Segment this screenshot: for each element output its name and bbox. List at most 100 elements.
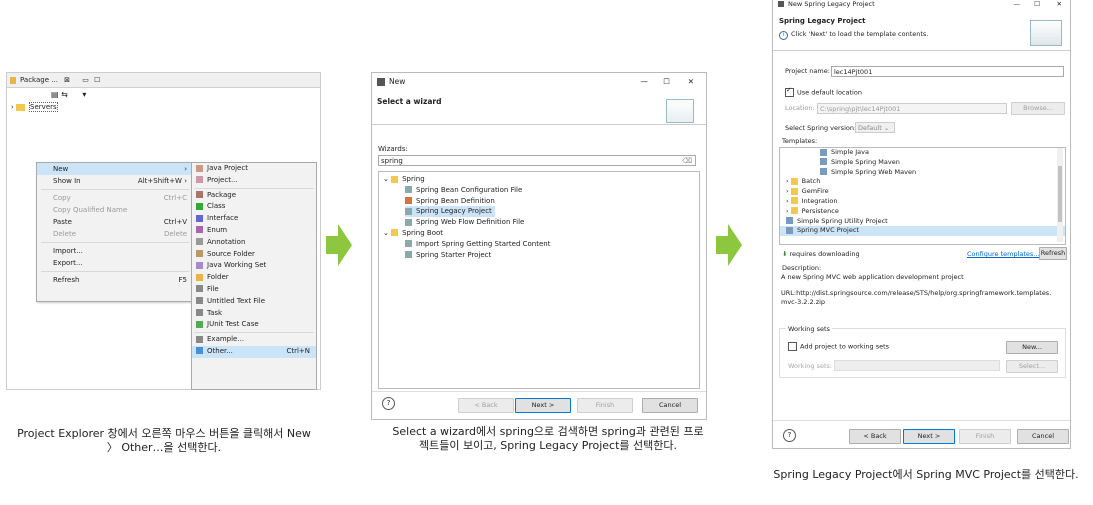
context-menu-item[interactable]: Copy Qualified Name	[37, 204, 193, 216]
context-menu-item[interactable]: Show In Alt+Shift+W ›	[37, 175, 193, 187]
context-menu-item[interactable]: Refresh F5	[37, 274, 193, 286]
refresh-button[interactable]: Refresh	[1039, 247, 1067, 260]
use-default-location[interactable]: Use default location	[785, 86, 862, 97]
context-menu-item[interactable]: Export...	[37, 257, 193, 269]
template-item[interactable]: Simple Spring Utility Project	[780, 217, 1065, 227]
expand-arrow-icon[interactable]: ⌄	[383, 229, 391, 237]
clear-filter-icon[interactable]: ⌫	[682, 156, 692, 167]
context-menu-item[interactable]: New ›	[37, 163, 193, 175]
back-button[interactable]: < Back	[458, 398, 514, 413]
info-icon: i	[779, 31, 788, 40]
template-item[interactable]: Simple Spring Maven	[780, 158, 1065, 168]
scrollbar-thumb[interactable]	[1058, 166, 1062, 222]
context-menu-item[interactable]: Paste Ctrl+V	[37, 216, 193, 228]
close-button[interactable]: ✕	[688, 73, 694, 91]
menu-item-label: Show In	[53, 177, 81, 185]
template-category[interactable]: › GemFire	[780, 187, 1065, 197]
submenu-item[interactable]: Example...	[192, 334, 316, 346]
template-category[interactable]: › Integration	[780, 197, 1065, 207]
wizard-label: Spring Legacy Project	[416, 207, 492, 216]
submenu-item[interactable]: Java Project	[192, 163, 316, 175]
browse-button[interactable]: Browse...	[1011, 102, 1065, 115]
cancel-button[interactable]: Cancel	[642, 398, 698, 413]
wizard-filter-input[interactable]: spring ⌫	[378, 155, 696, 166]
template-item[interactable]: Spring MVC Project	[780, 226, 1065, 237]
select-working-set-button[interactable]: Select...	[1006, 360, 1058, 373]
maximize-button[interactable]: ☐	[663, 73, 670, 91]
maximize-icon[interactable]: ☐	[94, 76, 100, 84]
tab-label: Package ...	[20, 76, 58, 84]
wizard-item[interactable]: Spring Starter Project	[379, 250, 699, 261]
menu-item-icon	[196, 202, 203, 210]
wizard-item[interactable]: Import Spring Getting Started Content	[379, 239, 699, 250]
wizard-item[interactable]: Spring Web Flow Definition File	[379, 217, 699, 228]
submenu-item[interactable]: Source Folder	[192, 249, 316, 261]
wizard-category[interactable]: ⌄ Spring Boot	[379, 228, 699, 239]
add-working-sets[interactable]: Add project to working sets	[788, 342, 889, 351]
template-item[interactable]: Simple Java	[780, 148, 1065, 158]
submenu-item[interactable]: Annotation	[192, 237, 316, 249]
tree-item-servers[interactable]: › Servers	[11, 102, 58, 112]
folder-icon	[16, 103, 26, 111]
submenu-item[interactable]: File	[192, 284, 316, 296]
submenu-item[interactable]: JUnit Test Case	[192, 319, 316, 331]
wizard-category[interactable]: ⌄ Spring	[379, 174, 699, 185]
templates-scrollbar[interactable]	[1057, 148, 1063, 242]
submenu-item[interactable]: Interface	[192, 213, 316, 225]
view-menu-icon[interactable]: ▾	[82, 90, 86, 99]
location-input[interactable]: C:\spring\pjt\lec14Pjt001	[817, 103, 1007, 114]
expand-arrow-icon[interactable]: ›	[11, 103, 14, 111]
menu-item-icon	[196, 191, 203, 199]
context-menu-item[interactable]: Import...	[37, 245, 193, 257]
info-message: i Click 'Next' to load the template conte…	[779, 30, 928, 40]
template-category[interactable]: › Persistence	[780, 207, 1065, 217]
tab-close-icon[interactable]: ⊠	[64, 76, 70, 84]
context-menu-item[interactable]: Copy Ctrl+C	[37, 192, 193, 204]
package-explorer-tab[interactable]: Package ... ⊠ ▭ ☐	[7, 73, 320, 88]
context-menu-item[interactable]: Delete Delete	[37, 228, 193, 240]
minimize-icon[interactable]: ▭	[82, 76, 89, 84]
submenu-item[interactable]: Java Working Set	[192, 260, 316, 272]
minimize-button[interactable]: —	[1014, 0, 1021, 8]
link-editor-icon[interactable]: ⇆	[61, 90, 68, 99]
caption-step-3: Spring Legacy Project에서 Spring MVC Proje…	[773, 468, 1079, 481]
wizard-item[interactable]: Spring Legacy Project	[379, 206, 699, 218]
submenu-item[interactable]: Enum	[192, 225, 316, 237]
spring-version-select[interactable]: Default ⌄	[855, 122, 895, 133]
next-button[interactable]: Next >	[903, 429, 955, 444]
back-button[interactable]: < Back	[849, 429, 901, 444]
next-button[interactable]: Next >	[515, 398, 571, 413]
menu-item-shortcut: Delete	[164, 230, 187, 238]
submenu-item[interactable]: Folder	[192, 272, 316, 284]
submenu-item[interactable]: Class	[192, 201, 316, 213]
submenu-item[interactable]: Other... Ctrl+N	[192, 345, 316, 358]
template-category[interactable]: › Batch	[780, 177, 1065, 187]
tree-item-label: Servers	[29, 102, 58, 112]
help-icon[interactable]: ?	[783, 429, 796, 442]
template-label: Integration	[801, 196, 838, 205]
submenu-item[interactable]: Project...	[192, 175, 316, 187]
configure-templates-link[interactable]: Configure templates...	[967, 250, 1040, 258]
minimize-button[interactable]: —	[641, 73, 649, 91]
submenu-item[interactable]: Task	[192, 308, 316, 320]
new-working-set-button[interactable]: New...	[1006, 341, 1058, 354]
finish-button[interactable]: Finish	[959, 429, 1011, 444]
submenu-item[interactable]: Untitled Text File	[192, 296, 316, 308]
use-default-location-checkbox[interactable]	[785, 86, 794, 97]
cancel-button[interactable]: Cancel	[1017, 429, 1069, 444]
finish-button[interactable]: Finish	[577, 398, 633, 413]
collapse-all-icon[interactable]: ▤	[51, 90, 59, 99]
project-name-input[interactable]: lec14Pjt001	[831, 66, 1064, 77]
wizard-item[interactable]: Spring Bean Definition	[379, 196, 699, 207]
working-sets-select[interactable]	[834, 360, 1000, 371]
expand-arrow-icon[interactable]: ⌄	[383, 175, 391, 183]
add-working-sets-checkbox[interactable]	[788, 342, 797, 351]
help-icon[interactable]: ?	[382, 397, 395, 410]
template-item[interactable]: Simple Spring Web Maven	[780, 168, 1065, 178]
submenu-item[interactable]: Package	[192, 190, 316, 202]
wizard-item[interactable]: Spring Bean Configuration File	[379, 185, 699, 196]
close-button[interactable]: ✕	[1057, 0, 1062, 8]
submenu-item-label: Project...	[207, 175, 238, 184]
package-icon	[10, 76, 16, 84]
maximize-button[interactable]: ☐	[1034, 0, 1040, 8]
